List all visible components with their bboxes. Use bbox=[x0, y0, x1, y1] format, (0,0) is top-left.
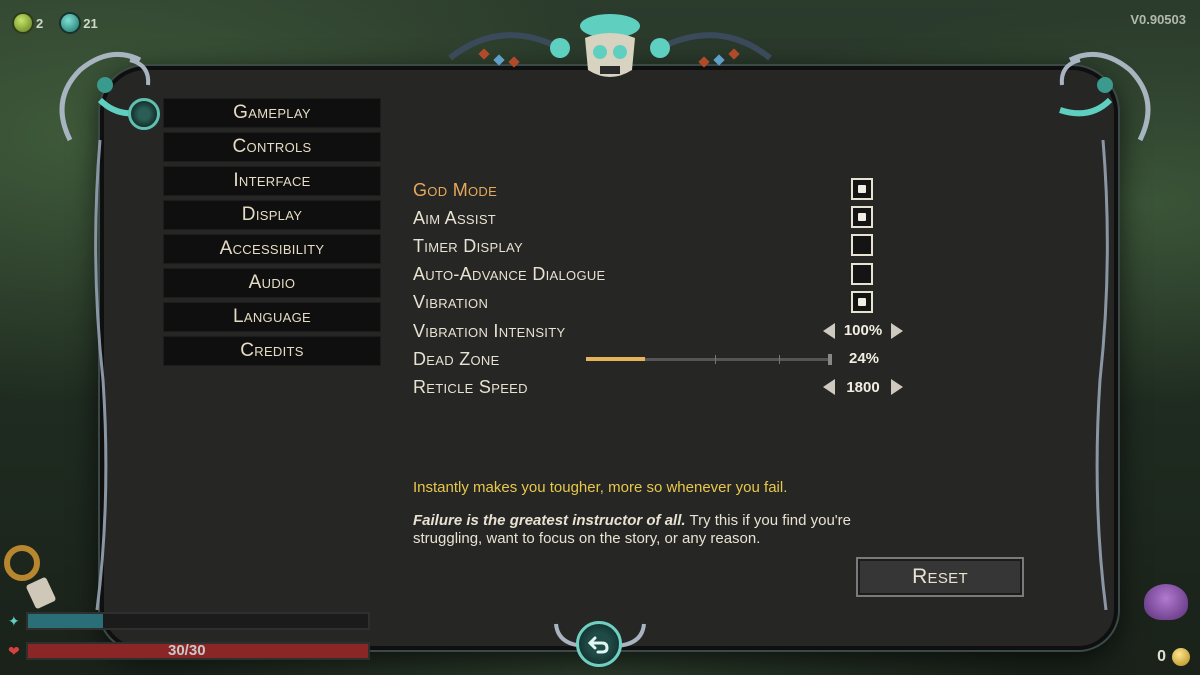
setting-dead-zone[interactable]: Dead Zone 24% bbox=[413, 345, 913, 373]
resource-teal-count: 21 bbox=[83, 15, 98, 31]
decrease-arrow-icon[interactable] bbox=[823, 322, 835, 339]
description-summary: Instantly makes you tougher, more so whe… bbox=[413, 479, 788, 496]
left-vine bbox=[94, 140, 108, 610]
settings-gear-icon bbox=[128, 98, 160, 130]
setting-auto-advance[interactable]: Auto-Advance Dialogue bbox=[413, 261, 913, 289]
version-label: V0.90503 bbox=[1130, 12, 1186, 27]
mana-bar-row: ✦ bbox=[8, 612, 370, 630]
skull-ornament bbox=[448, 14, 772, 77]
top-hud: 2 21 bbox=[14, 14, 98, 32]
back-button[interactable] bbox=[576, 621, 622, 667]
ring-keepsake-icon bbox=[4, 545, 40, 581]
setting-label: Timer Display bbox=[413, 235, 523, 256]
setting-vibration[interactable]: Vibration bbox=[413, 289, 913, 317]
check-mark bbox=[858, 185, 866, 193]
menu-item-interface[interactable]: Interface bbox=[163, 166, 381, 196]
aim-assist-checkbox[interactable] bbox=[851, 206, 873, 229]
green-orb-icon bbox=[14, 14, 32, 32]
reticle-speed-stepper[interactable]: 1800 bbox=[823, 377, 903, 397]
setting-god-mode[interactable]: God Mode bbox=[413, 176, 913, 204]
resource-green: 2 bbox=[14, 14, 43, 32]
slider-tick bbox=[715, 355, 716, 365]
decrease-arrow-icon[interactable] bbox=[823, 379, 835, 396]
gold-counter: 0 bbox=[1157, 648, 1190, 666]
check-mark bbox=[858, 297, 866, 306]
slider-end-cap bbox=[828, 354, 832, 366]
slider-fill bbox=[586, 357, 645, 362]
status-bars: ✦ ❤ bbox=[8, 600, 398, 670]
setting-timer-display[interactable]: Timer Display bbox=[413, 232, 913, 260]
resource-teal: 21 bbox=[61, 14, 98, 32]
heart-icon: ❤ bbox=[8, 642, 20, 659]
description-emphasis: Failure is the greatest instructor of al… bbox=[413, 512, 686, 529]
slider-tick bbox=[779, 355, 780, 365]
setting-vibration-intensity[interactable]: Vibration Intensity 100% bbox=[413, 317, 913, 345]
settings-menu: Gameplay Controls Interface Display Acce… bbox=[163, 98, 381, 370]
vibration-intensity-stepper[interactable]: 100% bbox=[823, 321, 903, 341]
menu-item-gameplay[interactable]: Gameplay bbox=[163, 98, 381, 128]
right-vine bbox=[1095, 140, 1109, 610]
setting-label: God Mode bbox=[413, 179, 498, 200]
menu-item-display[interactable]: Display bbox=[163, 200, 381, 230]
menu-item-accessibility[interactable]: Accessibility bbox=[163, 234, 381, 264]
auto-advance-checkbox[interactable] bbox=[851, 262, 873, 285]
mana-bar bbox=[25, 612, 370, 630]
setting-label: Vibration Intensity bbox=[413, 320, 566, 341]
back-arrow-icon bbox=[588, 636, 609, 654]
left-corner-ornament bbox=[59, 51, 151, 142]
menu-item-audio[interactable]: Audio bbox=[163, 268, 381, 298]
gold-coin-icon bbox=[1172, 648, 1190, 666]
reset-button[interactable]: Reset bbox=[856, 557, 1024, 597]
menu-item-controls[interactable]: Controls bbox=[163, 132, 381, 162]
setting-label: Reticle Speed bbox=[413, 376, 528, 397]
menu-item-credits[interactable]: Credits bbox=[163, 336, 381, 366]
stepper-value: 1800 bbox=[846, 378, 880, 396]
setting-label: Dead Zone bbox=[413, 348, 500, 369]
setting-label: Auto-Advance Dialogue bbox=[413, 264, 606, 285]
health-text: 30/30 bbox=[168, 642, 206, 659]
stepper-value: 100% bbox=[843, 322, 883, 340]
pouch-icon bbox=[1144, 584, 1188, 620]
mana-fill bbox=[27, 614, 103, 628]
right-corner-ornament bbox=[1059, 51, 1151, 142]
setting-reticle-speed[interactable]: Reticle Speed 1800 bbox=[413, 373, 913, 401]
description-detail: Failure is the greatest instructor of al… bbox=[413, 512, 853, 548]
setting-aim-assist[interactable]: Aim Assist bbox=[413, 204, 913, 232]
increase-arrow-icon[interactable] bbox=[891, 322, 903, 339]
gold-count: 0 bbox=[1157, 648, 1166, 665]
mana-icon: ✦ bbox=[8, 612, 20, 629]
god-mode-checkbox[interactable] bbox=[851, 178, 873, 200]
settings-list: God Mode Aim Assist Timer Display Auto-A… bbox=[413, 176, 913, 402]
increase-arrow-icon[interactable] bbox=[891, 379, 903, 396]
timer-display-checkbox[interactable] bbox=[851, 234, 873, 257]
setting-label: Vibration bbox=[413, 292, 489, 313]
dead-zone-slider[interactable] bbox=[586, 354, 832, 366]
vibration-checkbox[interactable] bbox=[851, 290, 873, 313]
check-mark bbox=[858, 213, 866, 222]
menu-item-language[interactable]: Language bbox=[163, 302, 381, 332]
slider-value: 24% bbox=[849, 350, 880, 368]
resource-green-count: 2 bbox=[36, 15, 44, 31]
teal-orb-icon bbox=[61, 14, 80, 32]
setting-label: Aim Assist bbox=[413, 207, 497, 228]
